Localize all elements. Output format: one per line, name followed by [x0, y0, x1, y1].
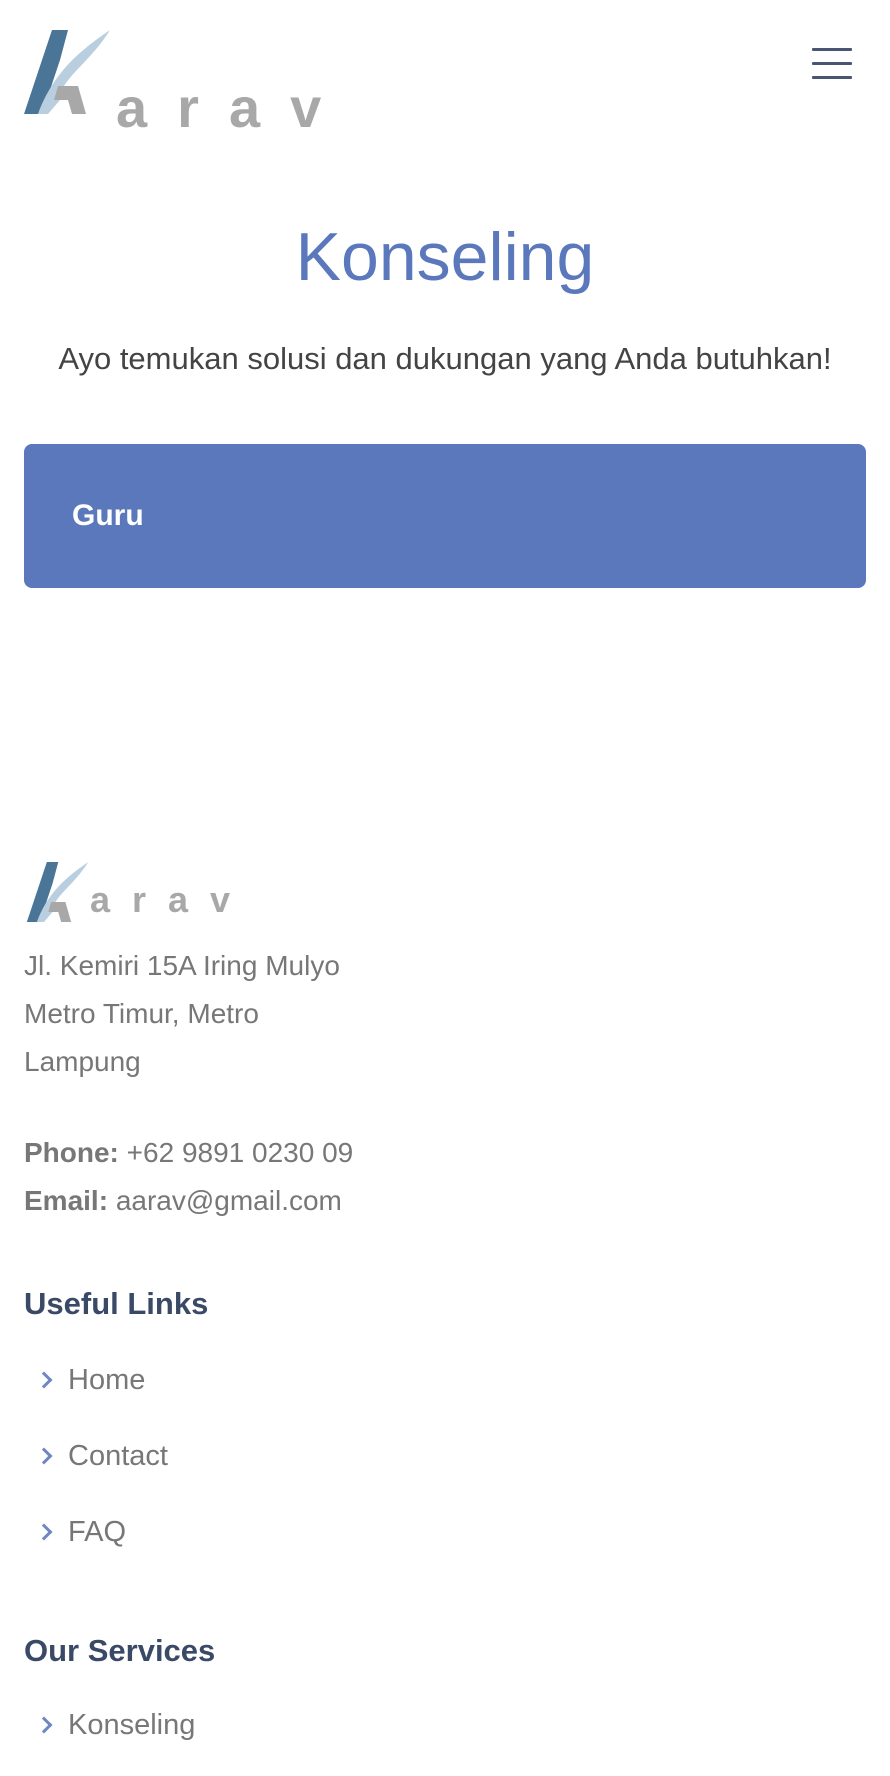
- page: arav Konseling Ayo temukan solusi dan du…: [0, 0, 890, 1776]
- chevron-right-icon: [35, 1447, 53, 1465]
- logo-mark-icon: [24, 30, 110, 114]
- footer-service-konseling[interactable]: Konseling: [35, 1709, 196, 1749]
- footer-link-label: FAQ: [68, 1516, 127, 1548]
- our-services-heading: Our Services: [24, 1633, 216, 1668]
- email-row: Email: aarav@gmail.com: [24, 1177, 353, 1225]
- footer-link-label: Home: [68, 1364, 146, 1396]
- phone-row: Phone: +62 9891 0230 09: [24, 1129, 353, 1177]
- footer-link-faq[interactable]: FAQ: [35, 1516, 127, 1556]
- email-label: Email:: [24, 1185, 109, 1216]
- site-header: arav: [0, 0, 890, 140]
- guru-card[interactable]: Guru: [24, 444, 866, 588]
- footer-link-contact[interactable]: Contact: [35, 1440, 168, 1480]
- guru-card-label: Guru: [72, 499, 144, 532]
- phone-label: Phone:: [24, 1137, 119, 1168]
- chevron-right-icon: [35, 1716, 53, 1734]
- site-logo[interactable]: arav: [24, 30, 321, 136]
- logo-wordmark: arav: [116, 76, 352, 139]
- useful-links-heading: Useful Links: [24, 1286, 209, 1321]
- footer-contact: Phone: +62 9891 0230 09 Email: aarav@gma…: [24, 1129, 353, 1225]
- address-line: Metro Timur, Metro: [24, 998, 259, 1029]
- address-line: Lampung: [24, 1046, 141, 1077]
- footer-logo-wordmark: arav: [90, 879, 253, 920]
- chevron-right-icon: [35, 1371, 53, 1389]
- footer-address: Jl. Kemiri 15A Iring Mulyo Metro Timur, …: [24, 942, 340, 1086]
- footer-link-home[interactable]: Home: [35, 1364, 146, 1404]
- address-line: Jl. Kemiri 15A Iring Mulyo: [24, 950, 340, 981]
- phone-value: +62 9891 0230 09: [126, 1137, 354, 1168]
- footer-link-label: Konseling: [68, 1709, 196, 1741]
- page-title: Konseling: [295, 219, 595, 295]
- footer-logo-mark-icon: [26, 862, 89, 922]
- email-value: aarav@gmail.com: [115, 1185, 342, 1216]
- footer-logo[interactable]: arav: [24, 862, 234, 922]
- page-subtitle: Ayo temukan solusi dan dukungan yang And…: [58, 341, 832, 376]
- hamburger-menu-icon[interactable]: [812, 48, 854, 88]
- chevron-right-icon: [35, 1523, 53, 1541]
- footer-link-label: Contact: [68, 1440, 168, 1472]
